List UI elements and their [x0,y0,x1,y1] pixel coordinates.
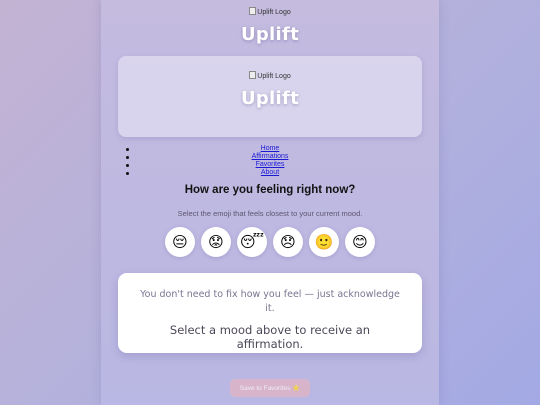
mood-question: How are you feeling right now? [184,184,356,196]
mood-happy-button[interactable]: 😊 [345,227,375,257]
mood-worried-button[interactable]: 😟 [201,227,231,257]
mood-content-button[interactable]: 🙂 [309,227,339,257]
hero-logo-alt: Uplift Logo [257,73,291,80]
nav-list: Home Affirmations Favorites About [101,145,439,177]
hero-logo-image: Uplift Logo [118,71,422,80]
bullet-icon [126,172,129,175]
broken-image-icon [249,71,257,79]
header-title: Uplift [240,24,300,45]
nav-link-affirmations[interactable]: Affirmations [252,153,289,160]
mood-sleepy-button[interactable]: 😴 [237,227,267,257]
bullet-icon [126,164,129,167]
nav-item-about: About [101,169,439,177]
affirmation-subtext: You don't need to fix how you feel — jus… [140,289,400,314]
header-logo-image: Uplift Logo [101,7,439,16]
header-logo-alt: Uplift Logo [257,9,291,16]
affirmation-message: Select a mood above to receive an affirm… [169,323,371,351]
mood-instruction: Select the emoji that feels closest to y… [177,209,363,218]
nav-item-affirmations: Affirmations [101,153,439,161]
save-to-favorites-button[interactable]: Save to Favorites ⭐ [230,379,310,397]
nav-item-home: Home [101,145,439,153]
broken-image-icon [249,7,257,15]
main-column: Uplift Logo Uplift Uplift Logo Uplift Ho… [101,0,439,405]
mood-pensive-button[interactable]: 😔 [165,227,195,257]
nav-link-home[interactable]: Home [261,145,280,152]
mood-selector: 😔 😟 😴 😞 🙂 😊 [165,227,375,257]
hero-title: Uplift [240,88,300,109]
bullet-icon [126,148,129,151]
nav-link-about[interactable]: About [261,169,279,176]
bullet-icon [126,156,129,159]
nav-link-favorites[interactable]: Favorites [256,161,285,168]
hero-card: Uplift Logo Uplift [118,56,422,137]
mood-disappointed-button[interactable]: 😞 [273,227,303,257]
affirmation-card: You don't need to fix how you feel — jus… [118,273,422,353]
nav-item-favorites: Favorites [101,161,439,169]
